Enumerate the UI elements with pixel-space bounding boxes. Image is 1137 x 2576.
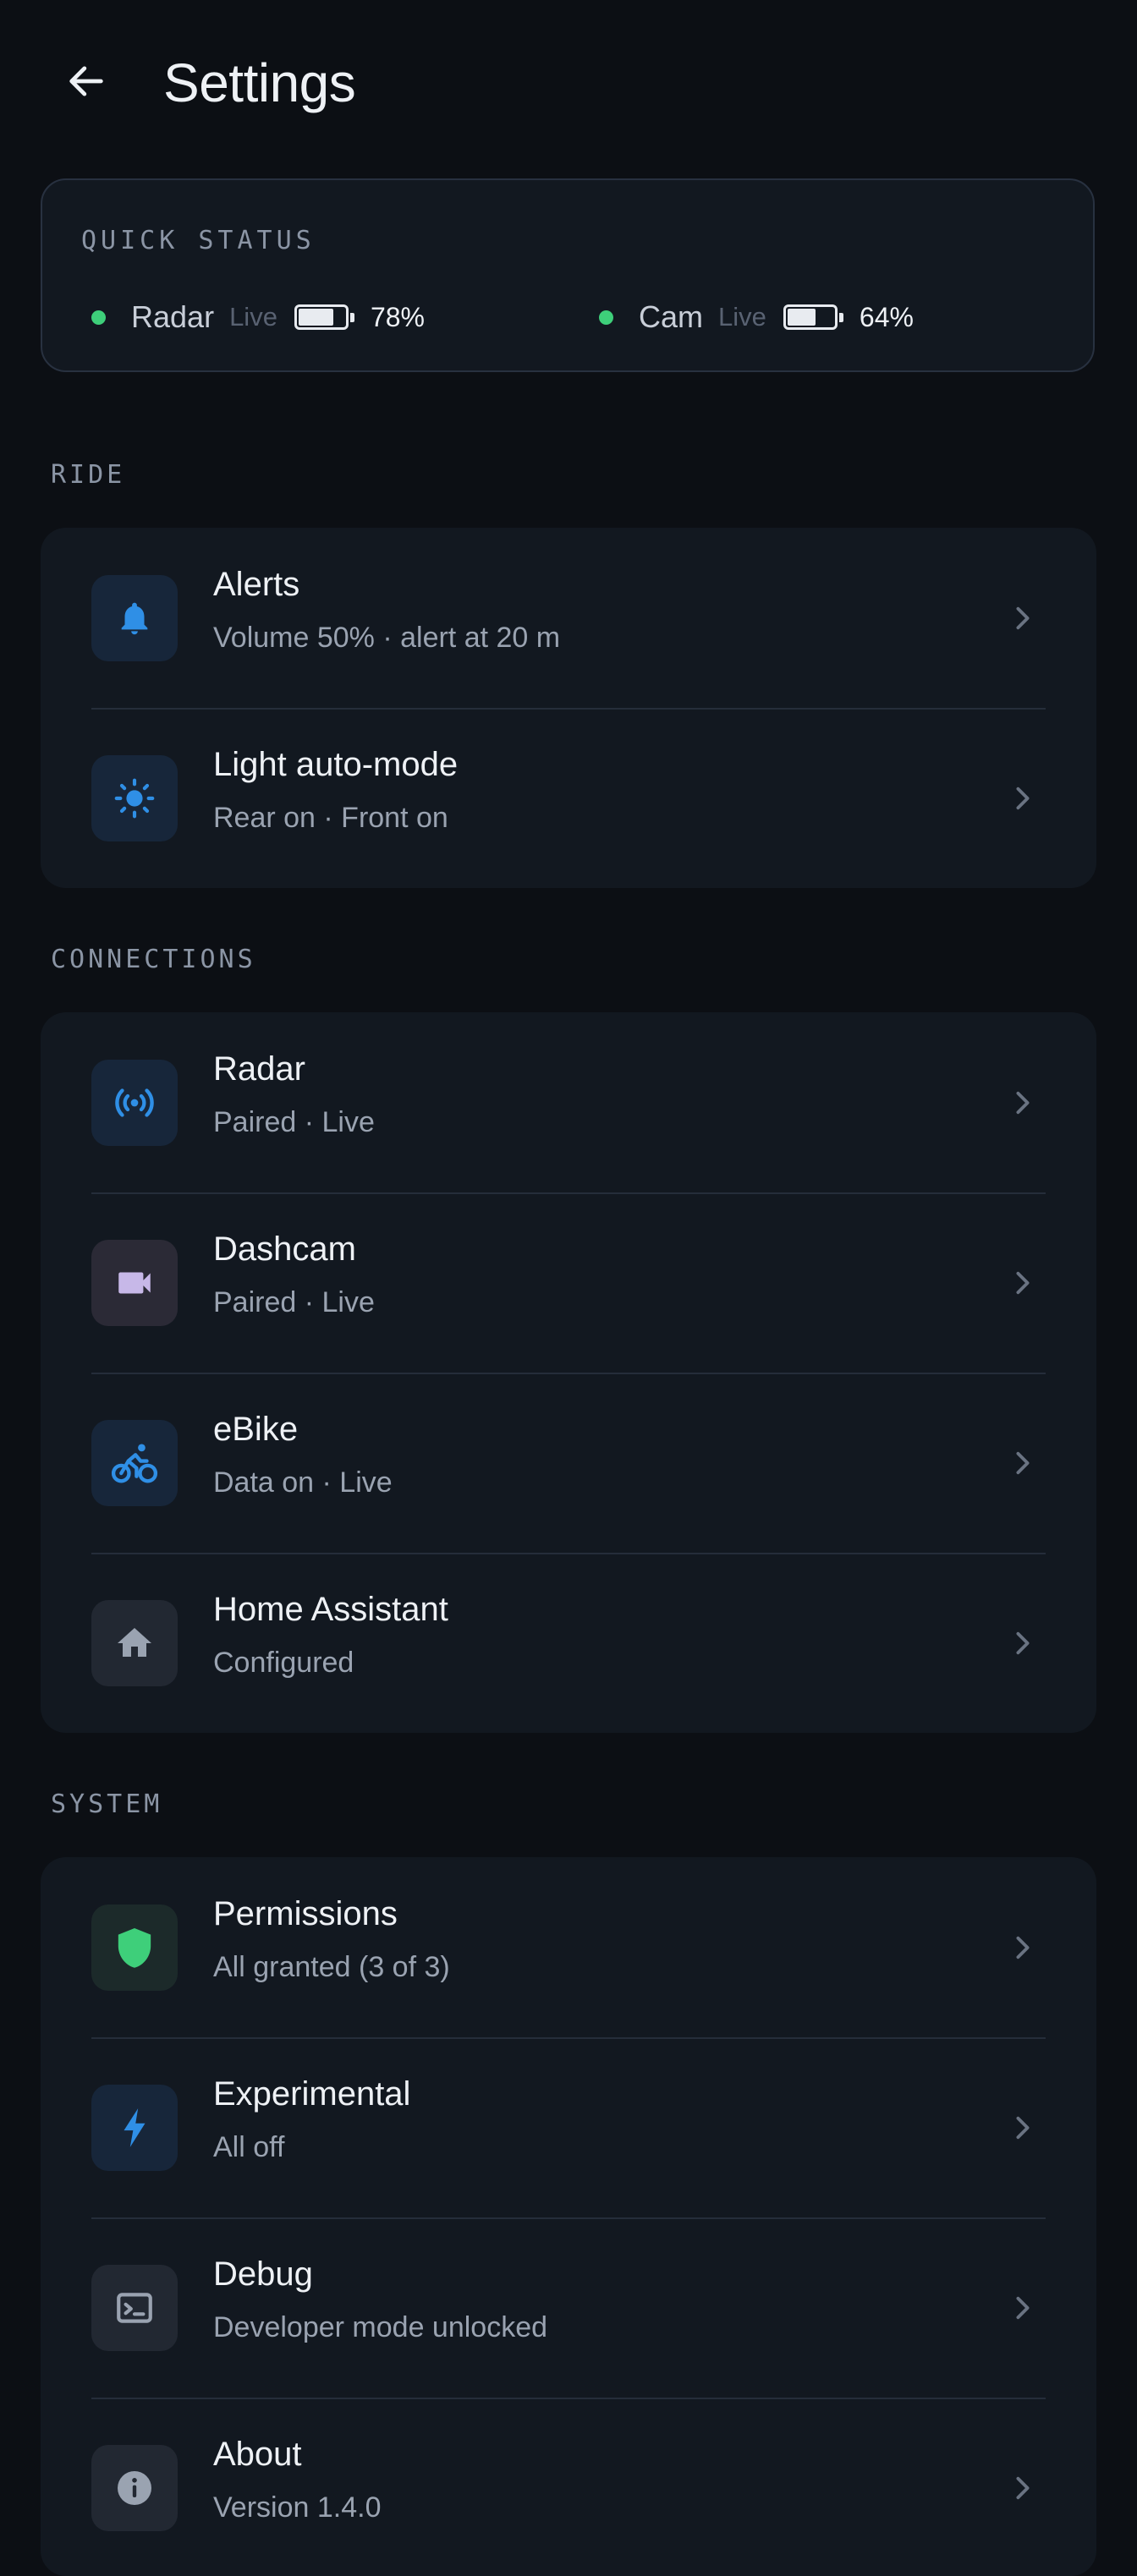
device-state: Live <box>718 302 766 332</box>
chevron-right-icon <box>1010 2113 1035 2142</box>
settings-row-alerts[interactable]: Alerts Volume 50% · alert at 20 m <box>41 528 1096 708</box>
row-subtitle: Volume 50% · alert at 20 m <box>213 622 561 654</box>
row-title: Home Assistant <box>213 1591 448 1628</box>
bell-icon <box>91 575 178 661</box>
system-settings-group: Permissions All granted (3 of 3) Experim… <box>41 1857 1096 2576</box>
quick-status-radar: Radar Live 78% <box>91 299 425 336</box>
settings-row-ebike[interactable]: eBike Data on · Live <box>41 1373 1096 1553</box>
row-title: Radar <box>213 1050 305 1088</box>
row-title: Alerts <box>213 566 300 603</box>
settings-row-experimental[interactable]: Experimental All off <box>41 2037 1096 2217</box>
settings-row-radar[interactable]: Radar Paired · Live <box>41 1012 1096 1192</box>
status-dot <box>91 310 106 325</box>
row-title: Dashcam <box>213 1230 356 1268</box>
chevron-right-icon <box>1010 1933 1035 1962</box>
chevron-right-icon <box>1010 1269 1035 1297</box>
settings-row-home-assistant[interactable]: Home Assistant Configured <box>41 1553 1096 1733</box>
section-header-ride: RIDE <box>51 460 126 490</box>
battery-percent: 64% <box>859 301 914 332</box>
row-subtitle: Developer mode unlocked <box>213 2311 548 2343</box>
ride-settings-group: Alerts Volume 50% · alert at 20 m Light … <box>41 528 1096 888</box>
row-subtitle: Paired · Live <box>213 1106 375 1138</box>
row-subtitle: Configured <box>213 1647 354 1679</box>
lightning-bolt-icon <box>91 2085 178 2171</box>
battery-icon <box>783 304 843 330</box>
section-header-connections: CONNECTIONS <box>51 945 256 974</box>
row-subtitle: Data on · Live <box>213 1466 393 1499</box>
settings-row-light-auto-mode[interactable]: Light auto-mode Rear on · Front on <box>41 708 1096 888</box>
connections-settings-group: Radar Paired · Live Dashcam Paired · Liv… <box>41 1012 1096 1733</box>
row-title: About <box>213 2436 302 2473</box>
device-name: Radar <box>131 299 215 334</box>
chevron-right-icon <box>1010 1629 1035 1658</box>
chevron-right-icon <box>1010 1088 1035 1117</box>
settings-row-about[interactable]: About Version 1.4.0 <box>41 2398 1096 2576</box>
row-subtitle: Version 1.4.0 <box>213 2491 382 2524</box>
row-title: Permissions <box>213 1895 398 1932</box>
row-title: Experimental <box>213 2075 411 2113</box>
chevron-right-icon <box>1010 604 1035 633</box>
row-subtitle: Rear on · Front on <box>213 802 448 834</box>
terminal-icon <box>91 2265 178 2351</box>
back-button[interactable] <box>52 49 120 117</box>
battery-icon <box>294 304 354 330</box>
video-camera-icon <box>91 1240 178 1326</box>
quick-status-title: QUICK STATUS <box>81 226 316 255</box>
quick-status-cam: Cam Live 64% <box>599 299 914 336</box>
row-title: Light auto-mode <box>213 746 459 783</box>
arrow-left-icon <box>64 59 108 107</box>
status-dot <box>599 310 613 325</box>
chevron-right-icon <box>1010 2474 1035 2502</box>
settings-row-debug[interactable]: Debug Developer mode unlocked <box>41 2217 1096 2398</box>
device-name: Cam <box>639 299 704 334</box>
shield-icon <box>91 1905 178 1991</box>
chevron-right-icon <box>1010 2294 1035 2322</box>
row-subtitle: Paired · Live <box>213 1286 375 1318</box>
device-state: Live <box>229 302 277 332</box>
top-app-bar: Settings <box>0 0 1137 161</box>
section-header-system: SYSTEM <box>51 1789 163 1819</box>
info-icon <box>91 2445 178 2531</box>
battery-percent: 78% <box>370 301 425 332</box>
row-title: eBike <box>213 1411 299 1448</box>
chevron-right-icon <box>1010 1449 1035 1477</box>
radar-broadcast-icon <box>91 1060 178 1146</box>
sun-icon <box>91 755 178 841</box>
row-subtitle: All granted (3 of 3) <box>213 1951 450 1983</box>
row-title: Debug <box>213 2255 313 2293</box>
page-title: Settings <box>163 52 356 113</box>
bicycle-rider-icon <box>91 1420 178 1506</box>
row-subtitle: All off <box>213 2131 285 2163</box>
home-icon <box>91 1600 178 1686</box>
settings-row-dashcam[interactable]: Dashcam Paired · Live <box>41 1192 1096 1373</box>
settings-row-permissions[interactable]: Permissions All granted (3 of 3) <box>41 1857 1096 2037</box>
chevron-right-icon <box>1010 784 1035 813</box>
quick-status-card: QUICK STATUS Radar Live 78% Cam Live 64% <box>41 178 1095 372</box>
